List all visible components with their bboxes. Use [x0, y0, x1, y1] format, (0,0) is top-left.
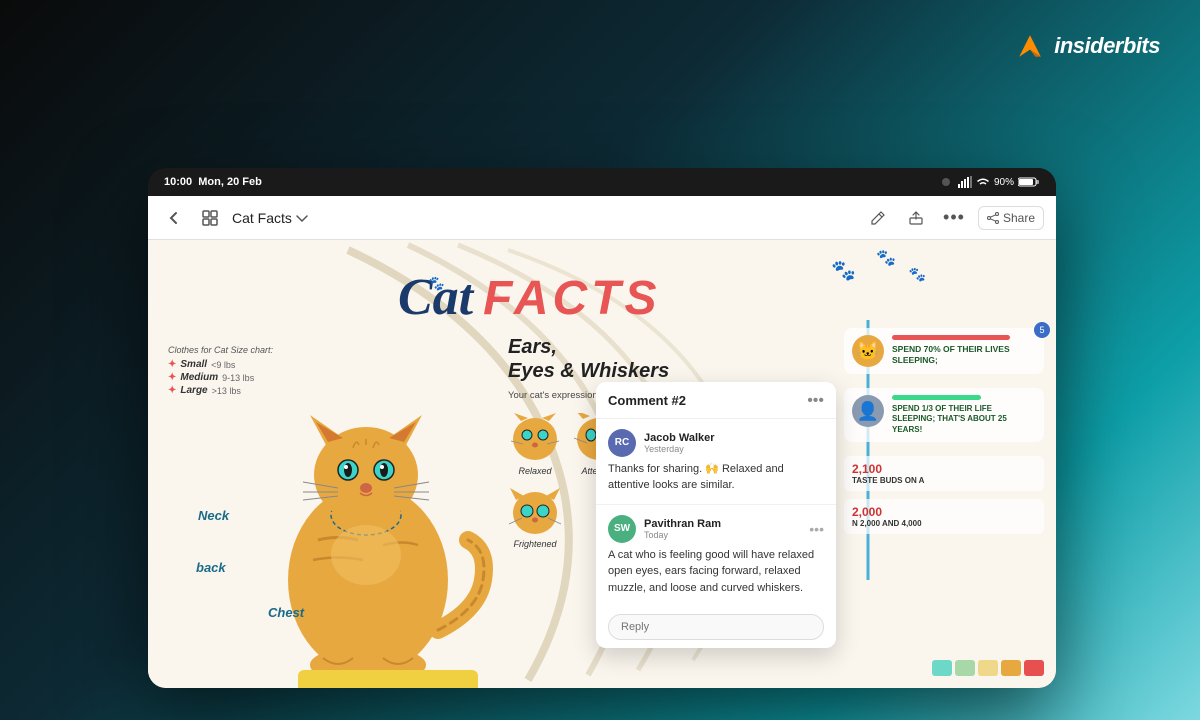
- comment-1-time: Yesterday: [644, 444, 824, 454]
- back-button[interactable]: [160, 204, 188, 232]
- swatch-yellow: [978, 660, 998, 676]
- cat-paw-icon: 🐾: [427, 276, 444, 293]
- face-relaxed: Relaxed: [508, 413, 562, 476]
- signal-icon: [958, 176, 972, 188]
- status-icons: 90%: [942, 176, 1040, 188]
- comment-1-user: RC Jacob Walker Yesterday: [608, 429, 824, 457]
- chest-label: Chest: [268, 605, 304, 620]
- face-frightened: Frightened: [508, 486, 562, 549]
- logo-text: insiderbits: [1054, 33, 1160, 59]
- comment-1-text: Thanks for sharing. 🙌 Relaxed and attent…: [608, 461, 824, 494]
- stat-human-avatar: 👤: [852, 395, 884, 427]
- comment-2-username: Pavithran Ram: [644, 518, 809, 530]
- stat-sleeping-human-text: SPEND 1/3 OF THEIR LIFE SLEEPING; THAT'S…: [892, 395, 1036, 435]
- dropdown-arrow-icon: [296, 214, 308, 222]
- taste-buds-label: TASTE BUDS ON A: [852, 476, 1036, 485]
- wifi-icon: [976, 176, 990, 188]
- comment-2-menu-button[interactable]: •••: [809, 521, 824, 537]
- document-title[interactable]: Cat Facts: [232, 210, 856, 226]
- pencil-icon: [870, 210, 886, 226]
- comment-2: SW Pavithran Ram Today ••• A cat who is …: [596, 505, 836, 607]
- comment-2-text: A cat who is feeling good will have rela…: [608, 547, 824, 597]
- back-label: back: [196, 560, 226, 575]
- stat-sleeping-cats: 🐱 SPEND 70% OF THEIR LIVES SLEEPING; 5: [844, 328, 1044, 374]
- share-button[interactable]: Share: [978, 206, 1044, 230]
- comment-header: Comment #2 •••: [596, 382, 836, 419]
- swatch-orange: [1001, 660, 1021, 676]
- comment-2-avatar: SW: [608, 515, 636, 543]
- range-label: N 2,000 AND 4,000: [852, 519, 1036, 528]
- comment-1-header: RC Jacob Walker Yesterday: [608, 429, 824, 457]
- export-button[interactable]: [902, 204, 930, 232]
- comment-2-header: SW Pavithran Ram Today •••: [608, 515, 824, 543]
- paw-print-2: 🐾: [876, 248, 896, 268]
- ears-title: Ears,Eyes & Whiskers: [508, 335, 728, 383]
- paw-print-1: 🐾: [831, 258, 856, 283]
- title-facts-word: FACTS: [483, 271, 660, 326]
- stat-sleeping-text: SPEND 70% OF THEIR LIVES SLEEPING;: [892, 335, 1036, 366]
- pencil-button[interactable]: [864, 204, 892, 232]
- toolbar-actions: ••• Share: [864, 204, 1044, 232]
- comment-1-avatar: RC: [608, 429, 636, 457]
- stats-panel: 🐱 SPEND 70% OF THEIR LIVES SLEEPING; 5 👤…: [844, 328, 1044, 534]
- share-icon: [987, 212, 999, 224]
- camera-dot-icon: [942, 178, 950, 186]
- stat-badge-1: 5: [1034, 322, 1050, 338]
- battery-icon: [1018, 176, 1040, 188]
- stat-number-2000: 2,000: [852, 505, 1036, 519]
- neck-label: Neck: [198, 508, 229, 523]
- comment-1-info: Jacob Walker Yesterday: [644, 432, 824, 454]
- comment-panel: Comment #2 ••• RC Jacob Walker Yesterday: [596, 382, 836, 649]
- grid-button[interactable]: [196, 204, 224, 232]
- stat-cat-avatar: 🐱: [852, 335, 884, 367]
- comment-1-username: Jacob Walker: [644, 432, 824, 444]
- color-swatches: [932, 660, 1044, 676]
- comment-2-info: Pavithran Ram Today: [644, 518, 809, 540]
- face-relaxed-label: Relaxed: [518, 466, 551, 476]
- face-frightened-label: Frightened: [513, 539, 556, 549]
- infographic-title: Cat 🐾 FACTS: [398, 268, 660, 327]
- more-button[interactable]: •••: [940, 204, 968, 232]
- comment-menu-button[interactable]: •••: [807, 392, 824, 410]
- logo-icon: [1012, 28, 1048, 64]
- comment-2-user: SW Pavithran Ram Today: [608, 515, 809, 543]
- comment-1: RC Jacob Walker Yesterday Thanks for sha…: [596, 419, 836, 505]
- stat-sleeping-humans: 👤 SPEND 1/3 OF THEIR LIFE SLEEPING; THAT…: [844, 388, 1044, 442]
- device-frame: 10:00 Mon, 20 Feb: [148, 168, 1056, 688]
- reply-box: [596, 606, 836, 648]
- back-arrow-icon: [166, 210, 182, 226]
- swatch-red: [1024, 660, 1044, 676]
- range-stat: 2,000 N 2,000 AND 4,000: [844, 499, 1044, 534]
- status-time-date: 10:00 Mon, 20 Feb: [164, 176, 262, 188]
- swatch-green: [955, 660, 975, 676]
- battery-percent: 90%: [994, 177, 1014, 188]
- grid-icon: [202, 210, 218, 226]
- title-cat-word: Cat 🐾: [398, 268, 473, 327]
- app-toolbar: Cat Facts •••: [148, 196, 1056, 240]
- comment-panel-title: Comment #2: [608, 393, 686, 408]
- stat-bar-green: [892, 395, 981, 400]
- cat-svg: [238, 380, 518, 688]
- swatch-teal: [932, 660, 952, 676]
- face-relaxed-svg: [508, 413, 562, 463]
- infographic: 🐾 🐾 🐾 Cat 🐾 FACTS Clothes for Cat Size c…: [148, 240, 1056, 688]
- stat-bar-red: [892, 335, 1010, 340]
- main-content: 🐾 🐾 🐾 Cat 🐾 FACTS Clothes for Cat Size c…: [148, 240, 1056, 688]
- stat-number-2100: 2,100: [852, 462, 1036, 476]
- app-background: insiderbits 10:00 Mon, 20 Feb: [0, 0, 1200, 720]
- face-frightened-svg: [508, 486, 562, 536]
- reply-input[interactable]: [608, 614, 824, 640]
- share-label: Share: [1003, 211, 1035, 225]
- comment-2-time: Today: [644, 530, 809, 540]
- export-icon: [908, 210, 924, 226]
- logo: insiderbits: [1012, 28, 1160, 64]
- status-bar: 10:00 Mon, 20 Feb: [148, 168, 1056, 196]
- taste-buds-stat: 2,100 TASTE BUDS ON A: [844, 456, 1044, 491]
- stat-label-humans: SPEND 1/3 OF THEIR LIFE SLEEPING; THAT'S…: [892, 404, 1036, 435]
- paw-print-3: 🐾: [909, 266, 926, 283]
- stat-label-cats: SPEND 70% OF THEIR LIVES SLEEPING;: [892, 344, 1036, 366]
